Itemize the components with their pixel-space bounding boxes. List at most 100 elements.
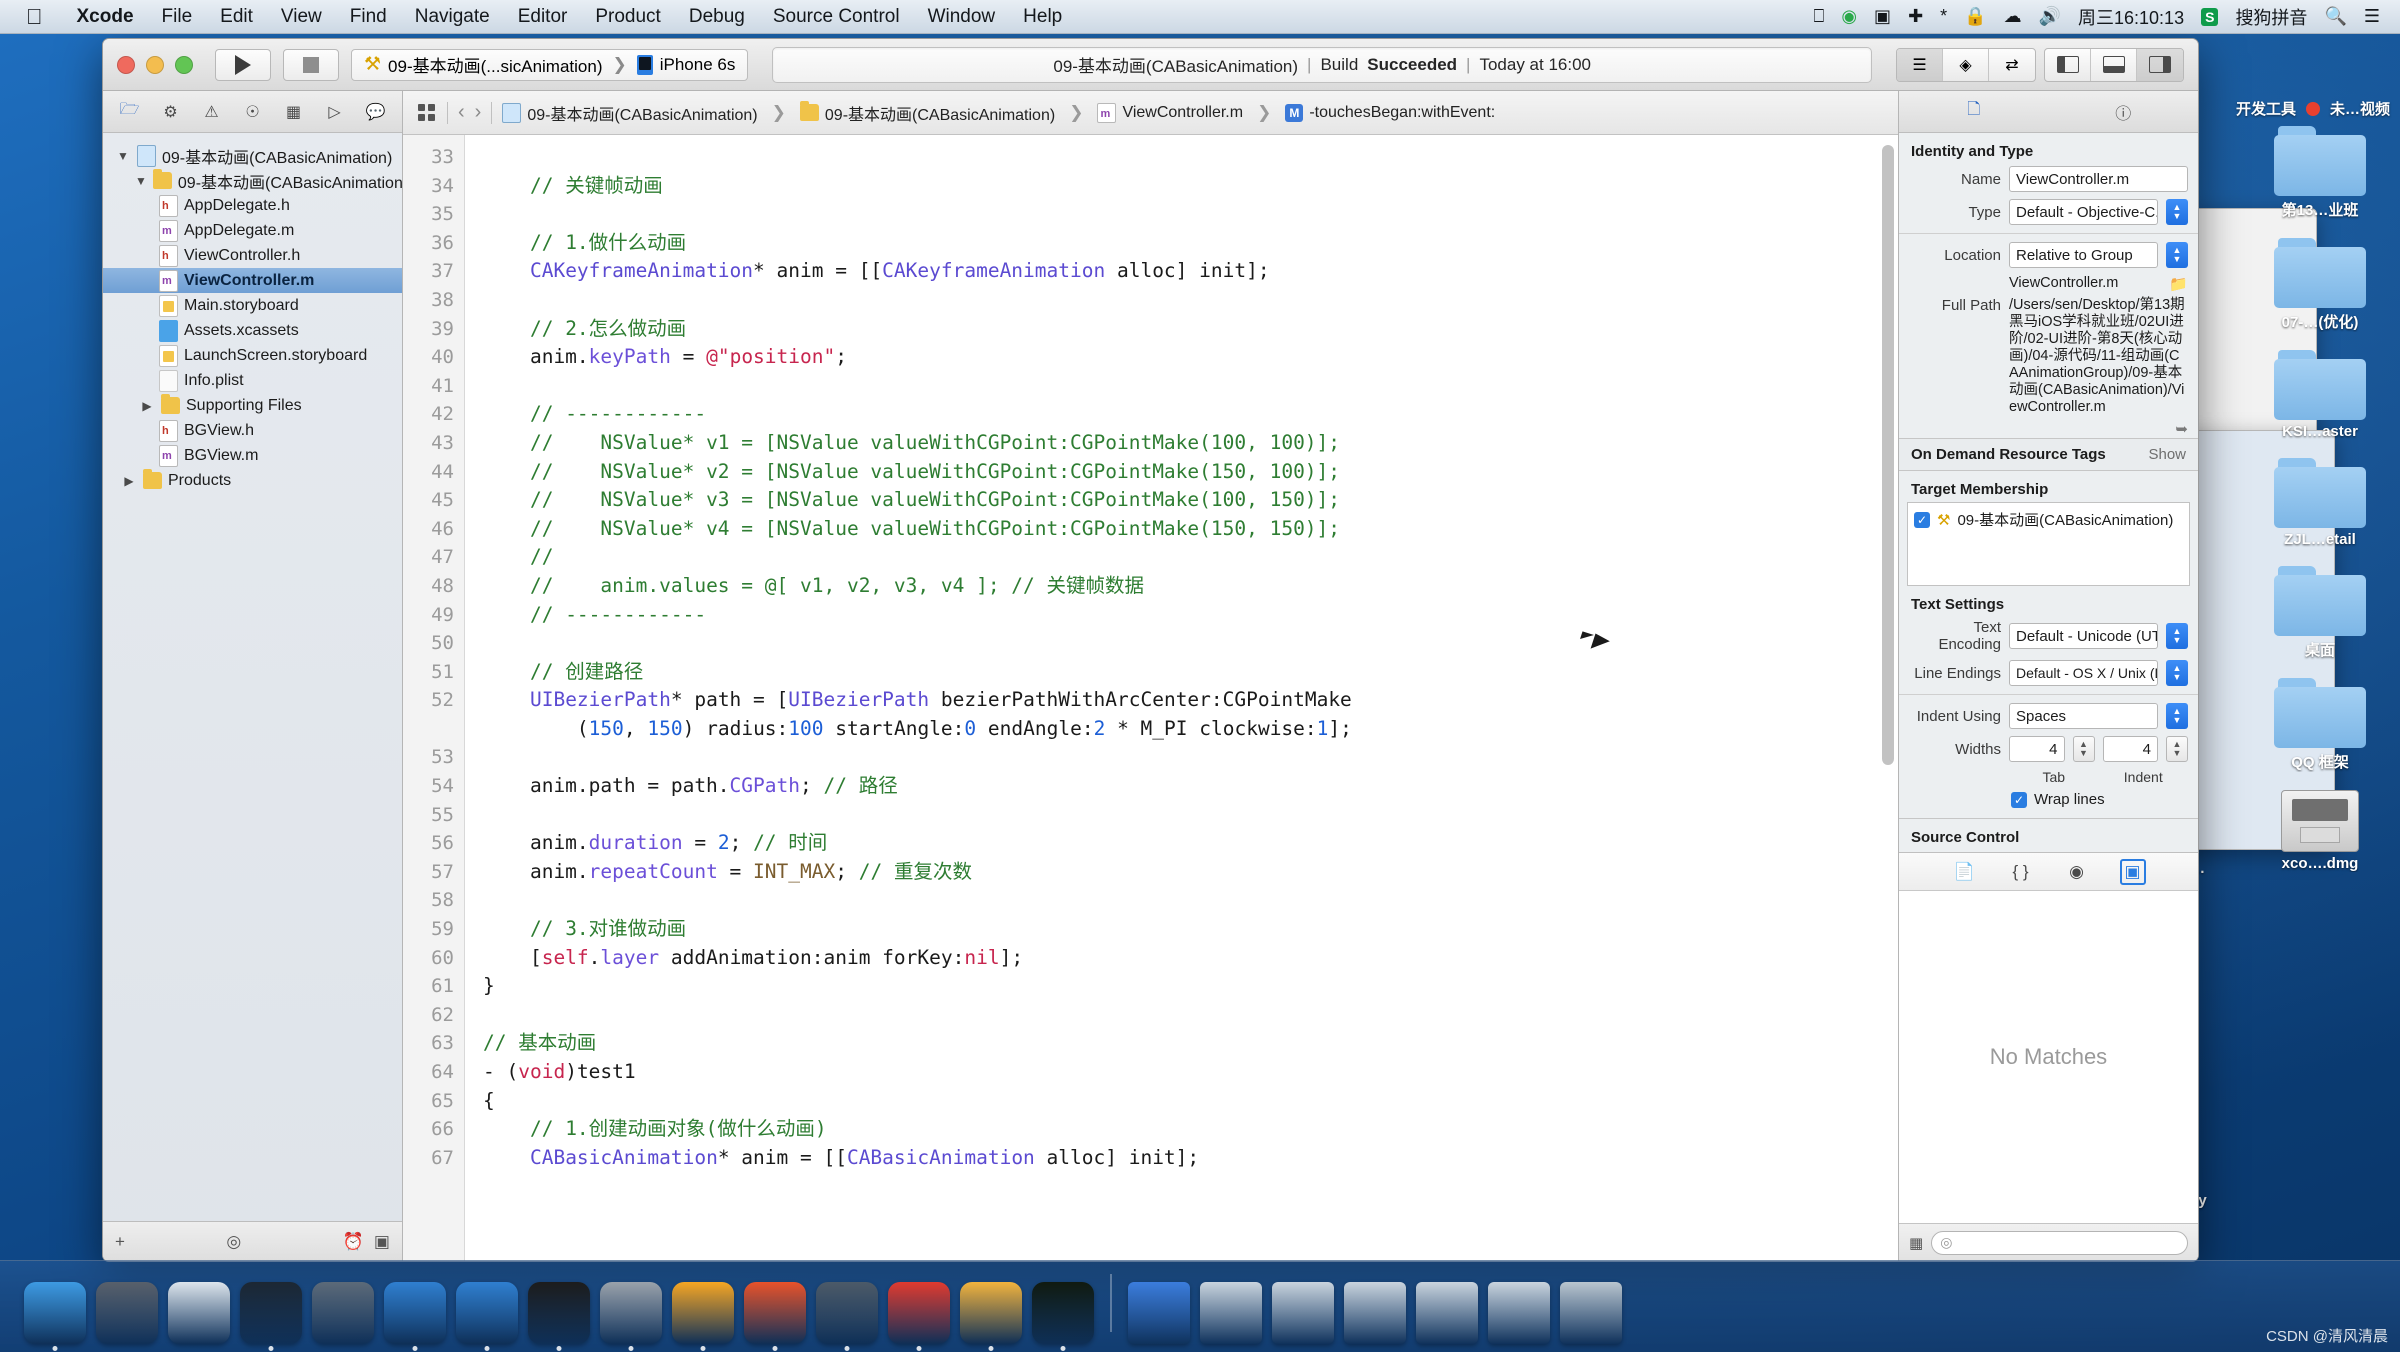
- library-search-input[interactable]: ◎: [1931, 1230, 2188, 1255]
- back-button[interactable]: ‹: [458, 101, 465, 124]
- navigator-toggle-icon[interactable]: [2045, 48, 2091, 81]
- desktop-icon[interactable]: 07-…(优化): [2246, 238, 2394, 332]
- code-line[interactable]: [483, 1001, 1898, 1030]
- dock-minimized-xcode-window-4[interactable]: [1416, 1282, 1478, 1344]
- wrap-lines-checkbox[interactable]: ✓: [2011, 791, 2027, 808]
- code-line[interactable]: // 创建路径: [483, 658, 1898, 687]
- recent-files-icon[interactable]: ⏰: [343, 1232, 364, 1252]
- code-line[interactable]: // ------------: [483, 601, 1898, 630]
- quick-help-icon[interactable]: ⓘ: [2110, 99, 2136, 125]
- desktop-icon[interactable]: ZJL…etail: [2246, 458, 2394, 548]
- menu-xcode[interactable]: Xcode: [63, 6, 148, 28]
- location-select[interactable]: Relative to Group: [2009, 242, 2158, 268]
- menu-help[interactable]: Help: [1009, 6, 1076, 28]
- code-line[interactable]: // NSValue* v2 = [NSValue valueWithCGPoi…: [483, 458, 1898, 487]
- tree-row-bgview-h[interactable]: h BGView.h: [103, 418, 402, 443]
- code-line[interactable]: }: [483, 972, 1898, 1001]
- add-file-button[interactable]: +: [115, 1232, 125, 1252]
- code-line[interactable]: // 3.对谁做动画: [483, 915, 1898, 944]
- scrollbar-thumb[interactable]: [1882, 145, 1894, 765]
- indent-using-select[interactable]: Spaces: [2009, 703, 2158, 729]
- airplay-icon[interactable]: ⎕: [1814, 6, 1825, 27]
- activity-view[interactable]: 09-基本动画(CABasicAnimation) | Build Succee…: [772, 46, 1872, 83]
- test-navigator-icon[interactable]: ▷: [322, 99, 348, 125]
- project-navigator-tree[interactable]: ▼ 09-基本动画(CABasicAnimation) ▼ 09-基本动画(CA…: [103, 133, 402, 1221]
- search-icon[interactable]: 🔍: [2324, 6, 2346, 27]
- menu-view[interactable]: View: [267, 6, 336, 28]
- breadcrumb-method[interactable]: M -touchesBegan:withEvent:: [1285, 103, 1495, 122]
- screencast-icon[interactable]: ◉: [1841, 6, 1857, 27]
- close-button[interactable]: [117, 55, 135, 74]
- line-endings-chevron-icon[interactable]: ▲ ▼: [2166, 660, 2188, 686]
- inspector-toggle-icon[interactable]: [2137, 48, 2183, 81]
- code-line[interactable]: // NSValue* v4 = [NSValue valueWithCGPoi…: [483, 515, 1898, 544]
- dock-item-itunes[interactable]: [240, 1282, 302, 1351]
- menu-file[interactable]: File: [148, 6, 207, 28]
- dock-minimized-xcode-window-1[interactable]: [1200, 1282, 1262, 1344]
- grid-icon[interactable]: ▦: [1909, 1234, 1923, 1252]
- tree-row-products[interactable]: ▶ Products: [103, 468, 402, 493]
- indent-using-chevron-icon[interactable]: ▲ ▼: [2166, 703, 2188, 729]
- run-button[interactable]: [215, 48, 271, 81]
- disclosure-triangle-icon[interactable]: ▶: [139, 399, 155, 413]
- choose-folder-icon[interactable]: 📁: [2169, 275, 2188, 293]
- name-field[interactable]: ViewController.m: [2009, 166, 2188, 192]
- sogou-badge-icon[interactable]: S: [2201, 7, 2219, 26]
- bluetooth-icon[interactable]: *: [1940, 6, 1947, 27]
- clock[interactable]: 周三16:10:13: [2078, 4, 2184, 30]
- code-line[interactable]: [483, 886, 1898, 915]
- code-line[interactable]: anim.keyPath = @"position";: [483, 343, 1898, 372]
- text-encoding-select[interactable]: Default - Unicode (UT...: [2009, 623, 2158, 649]
- tree-row-assets-xcassets[interactable]: Assets.xcassets: [103, 318, 402, 343]
- code-snippet-library-icon[interactable]: { }: [2008, 859, 2034, 885]
- object-library-icon[interactable]: ◉: [2064, 859, 2090, 885]
- project-navigator-icon[interactable]: 🗁: [117, 99, 143, 125]
- tab-width-field[interactable]: 4: [2009, 736, 2065, 762]
- source-control-navigator-icon[interactable]: ⚙: [158, 99, 184, 125]
- tree-row-appdelegate-h[interactable]: h AppDelegate.h: [103, 193, 402, 218]
- scheme-selector[interactable]: ⚒ 09-基本动画(...sicAnimation) ❯ iPhone 6s: [351, 48, 749, 81]
- tree-row-appdelegate-m[interactable]: m AppDelegate.m: [103, 218, 402, 243]
- file-inspector-icon[interactable]: 🗋: [1961, 99, 1987, 125]
- code-line[interactable]: [483, 801, 1898, 830]
- indent-width-stepper[interactable]: ▲ ▼: [2166, 736, 2188, 762]
- tree-row-viewcontroller-h[interactable]: h ViewController.h: [103, 243, 402, 268]
- desktop-icon[interactable]: 桌面: [2246, 566, 2394, 660]
- code-line[interactable]: // 2.怎么做动画: [483, 315, 1898, 344]
- debug-area-toggle-icon[interactable]: [2091, 48, 2137, 81]
- tree-row-main-storyboard[interactable]: Main.storyboard: [103, 293, 402, 318]
- code-line[interactable]: [483, 372, 1898, 401]
- dock-item-xcode[interactable]: [456, 1282, 518, 1351]
- menu-debug[interactable]: Debug: [675, 6, 759, 28]
- desktop-icon[interactable]: KSI…aster: [2246, 350, 2394, 440]
- notification-center-icon[interactable]: ☰: [2364, 6, 2380, 27]
- dock-item-terminal[interactable]: [528, 1282, 590, 1351]
- dock-item-iterm[interactable]: [1032, 1282, 1094, 1351]
- line-endings-select[interactable]: Default - OS X / Unix (LF): [2009, 660, 2158, 686]
- indent-width-field[interactable]: 4: [2102, 736, 2158, 762]
- tree-row-viewcontroller-m[interactable]: m ViewController.m: [103, 268, 402, 293]
- code-line[interactable]: [483, 286, 1898, 315]
- apple-logo-icon[interactable]: : [26, 5, 43, 28]
- dock-item-paw[interactable]: [744, 1282, 806, 1351]
- text-encoding-chevron-icon[interactable]: ▲ ▼: [2166, 623, 2188, 649]
- code-line[interactable]: (150, 150) radius:100 startAngle:0 endAn…: [483, 715, 1898, 744]
- dock-item-notes[interactable]: [960, 1282, 1022, 1351]
- dock-item-imovie[interactable]: [312, 1282, 374, 1344]
- code-line[interactable]: // 关键帧动画: [483, 172, 1898, 201]
- code-line[interactable]: [483, 743, 1898, 772]
- debug-navigator-icon[interactable]: 💬: [363, 99, 389, 125]
- source-editor[interactable]: 33 34 35 36 37 38 39 40 41 42 43 44 45 46 47 48 49 50 51 52…: [403, 135, 1898, 1261]
- tree-row-launchscreen-storyboard[interactable]: LaunchScreen.storyboard: [103, 343, 402, 368]
- zoom-button[interactable]: [175, 55, 193, 74]
- dock-item-sketch[interactable]: [672, 1282, 734, 1351]
- dock-minimized-trash[interactable]: [1560, 1282, 1622, 1344]
- find-navigator-icon[interactable]: ☉: [240, 99, 266, 125]
- editor-mode-segmented[interactable]: ☰ ◈ ⇄: [1896, 47, 2036, 82]
- code-line[interactable]: [483, 629, 1898, 658]
- tree-row-project[interactable]: ▼ 09-基本动画(CABasicAnimation): [103, 143, 402, 168]
- code-line[interactable]: UIBezierPath* path = [UIBezierPath bezie…: [483, 686, 1898, 715]
- code-line[interactable]: // 1.创建动画对象(做什么动画): [483, 1115, 1898, 1144]
- related-items-icon[interactable]: [415, 102, 437, 124]
- lock-icon[interactable]: 🔒: [1964, 6, 1986, 27]
